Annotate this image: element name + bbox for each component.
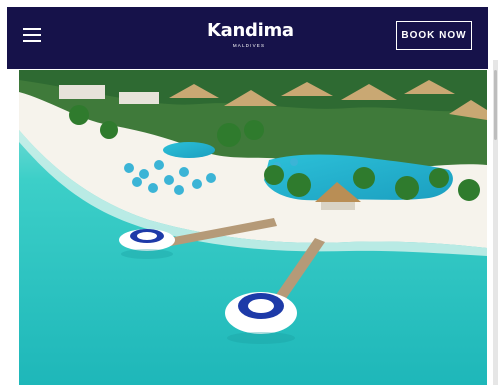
resort-aerial-photo bbox=[19, 70, 487, 385]
hero-image bbox=[19, 70, 487, 385]
book-now-button[interactable]: BOOK NOW bbox=[396, 21, 472, 50]
logo-wordmark: Kandima bbox=[207, 20, 294, 41]
scrollbar-thumb[interactable] bbox=[494, 70, 497, 140]
site-header: Kandima MALDIVES BOOK NOW bbox=[7, 7, 488, 69]
page-scrollbar[interactable] bbox=[493, 60, 498, 385]
brand-logo[interactable]: Kandima MALDIVES bbox=[207, 20, 294, 49]
hamburger-menu-icon[interactable] bbox=[23, 28, 41, 42]
logo-tagline: MALDIVES bbox=[232, 43, 266, 48]
